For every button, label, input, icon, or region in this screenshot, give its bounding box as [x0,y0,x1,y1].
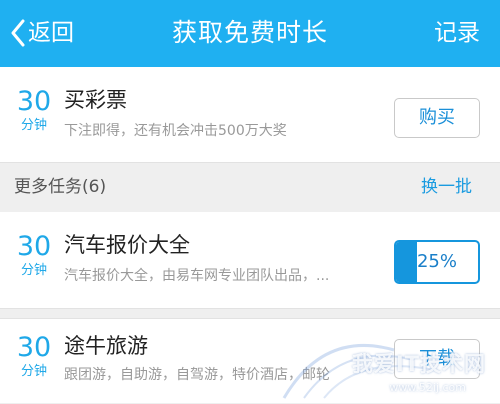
section-title: 更多任务(6) [14,177,107,197]
task-row[interactable]: 30 分钟 汽车报价大全 汽车报价大全，由易车网专业团队出品，... 25% [0,212,500,309]
task-title: 汽车报价大全 [64,233,190,257]
reward-minutes: 30 [16,332,52,363]
top-navbar: 返回 获取免费时长 记录 [0,0,500,67]
task-description: 下注即得，还有机会冲击500万大奖 [64,123,287,139]
download-button[interactable]: 下载 [394,339,480,379]
reward-minutes: 30 [16,231,52,262]
more-tasks-header: 更多任务(6) 换一批 [0,163,500,212]
page-title: 获取免费时长 [171,18,328,47]
refresh-batch-button[interactable]: 换一批 [421,163,472,212]
reward-minutes: 30 [16,86,52,117]
reward-badge: 30 分钟 [14,232,54,280]
task-description: 跟团游，自助游，自驾游，特价酒店，邮轮 [64,367,330,383]
reward-unit: 分钟 [20,118,47,133]
reward-badge: 30 分钟 [14,87,54,135]
record-button[interactable]: 记录 [434,15,480,51]
task-description: 汽车报价大全，由易车网专业团队出品，... [64,268,330,284]
featured-task-row[interactable]: 30 分钟 买彩票 下注即得，还有机会冲击500万大奖 购买 [0,67,500,163]
reward-unit: 分钟 [20,364,47,379]
download-progress-button[interactable]: 25% [394,240,480,284]
reward-unit: 分钟 [20,263,47,278]
buy-button[interactable]: 购买 [394,98,480,138]
progress-label: 25% [416,251,457,272]
task-row[interactable]: 30 分钟 途牛旅游 跟团游，自助游，自驾游，特价酒店，邮轮 下载 [0,318,500,403]
reward-badge: 30 分钟 [14,333,54,381]
task-title: 途牛旅游 [64,334,148,358]
task-title: 买彩票 [64,88,127,112]
